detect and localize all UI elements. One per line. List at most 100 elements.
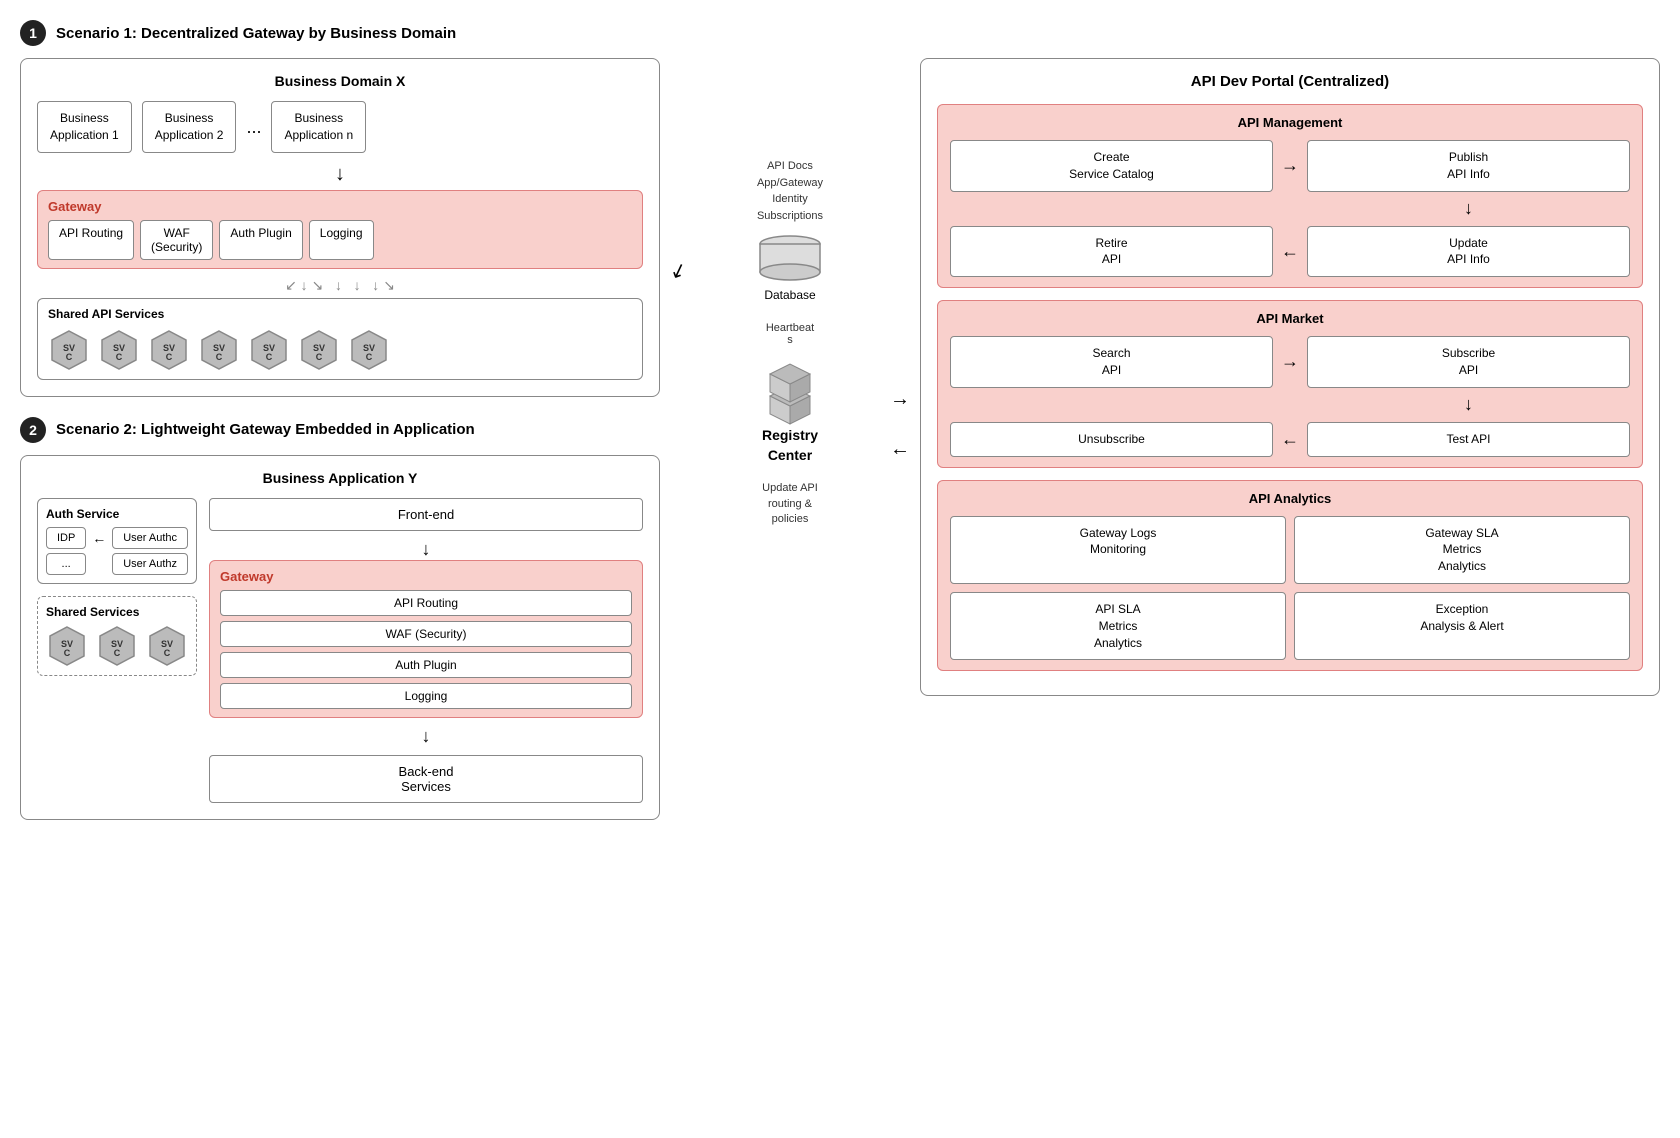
auth-service-box: Auth Service IDP ← User Authc ... User A…: [37, 498, 197, 584]
svg-text:C: C: [216, 352, 223, 362]
gateway-sla-metrics: Gateway SLAMetricsAnalytics: [1294, 516, 1630, 584]
frontend-box: Front-end: [209, 498, 643, 531]
svg-text:C: C: [64, 648, 71, 658]
publish-api-info: PublishAPI Info: [1307, 140, 1630, 192]
arrow-v-right: ↓: [1307, 198, 1630, 219]
arrow-down-1: ↓: [37, 163, 643, 186]
page-container: 1 Scenario 1: Decentralized Gateway by B…: [20, 20, 1660, 958]
registry-center-area: RegistryCenter: [750, 356, 830, 465]
arrow-v-right-m: ↓: [1307, 394, 1630, 415]
svc-hex-2: SVC: [98, 329, 140, 371]
arrow-h-bot-m: ←: [1275, 429, 1305, 450]
gateway-logs-monitoring: Gateway LogsMonitoring: [950, 516, 1286, 584]
svg-text:C: C: [366, 352, 373, 362]
exception-analysis: ExceptionAnalysis & Alert: [1294, 592, 1630, 660]
svg-text:C: C: [166, 352, 173, 362]
arrow-h-top-m: →: [1275, 351, 1305, 372]
api-market-section: API Market SearchAPI → SubscribeAPI ↓ Un…: [937, 300, 1643, 467]
svg-text:C: C: [66, 352, 73, 362]
auth-service-title: Auth Service: [46, 507, 188, 521]
svc-hex-1: SVC: [48, 329, 90, 371]
plugin-api-routing: API Routing: [48, 220, 134, 260]
api-portal-title: API Dev Portal (Centralized): [937, 73, 1643, 90]
arrow-from-portal: ←: [890, 438, 910, 461]
create-service-catalog: CreateService Catalog: [950, 140, 1273, 192]
business-domain-title: Business Domain X: [37, 73, 643, 89]
gateway1-plugins: API Routing WAF(Security) Auth Plugin Lo…: [48, 220, 632, 260]
svc-hex-7: SVC: [348, 329, 390, 371]
backend-box: Back-end Services: [209, 755, 643, 803]
plugin2-auth: Auth Plugin: [220, 652, 632, 678]
api-portal-col: API Dev Portal (Centralized) API Managem…: [920, 58, 1660, 696]
svg-text:C: C: [316, 352, 323, 362]
shared-services2-label: Shared Services: [46, 605, 188, 619]
plugin2-waf: WAF (Security): [220, 621, 632, 647]
arrow-down-gw: ↓: [209, 726, 643, 747]
api-market-flow: SearchAPI → SubscribeAPI ↓ Unsubscribe ←…: [950, 336, 1630, 456]
s2-inner: Auth Service IDP ← User Authc ... User A…: [37, 498, 643, 803]
arrow-left-auth: ←: [90, 530, 108, 546]
arrow-down-fe: ↓: [209, 539, 643, 560]
api-analytics-section: API Analytics Gateway LogsMonitoring Gat…: [937, 480, 1643, 672]
registry-label: RegistryCenter: [762, 426, 818, 465]
s2-right-col: Front-end ↓ Gateway API Routing WAF (Sec…: [209, 498, 643, 803]
scenario2-title: Scenario 2: Lightweight Gateway Embedded…: [56, 421, 475, 438]
biz-apps-row: Business Application 1 Business Applicat…: [37, 101, 643, 153]
api-sla-metrics: API SLAMetricsAnalytics: [950, 592, 1286, 660]
plugin2-logging: Logging: [220, 683, 632, 709]
svg-text:C: C: [116, 352, 123, 362]
hex-row-1: SVC SVC SVC SVC SVC: [48, 329, 632, 371]
heartbeats-label: Heartbeats: [766, 322, 814, 346]
update-api-label: Update APIrouting &policies: [762, 481, 818, 527]
gateway1-outer: Gateway API Routing WAF(Security) Auth P…: [37, 190, 643, 269]
svc2-hex-1: SVC: [46, 625, 88, 667]
plugin-auth: Auth Plugin: [219, 220, 302, 260]
api-portal-box: API Dev Portal (Centralized) API Managem…: [920, 58, 1660, 696]
plugin2-routing: API Routing: [220, 590, 632, 616]
arrow-h-bot: ←: [1275, 241, 1305, 262]
database-icon: [755, 234, 825, 284]
svc-hex-3: SVC: [148, 329, 190, 371]
retire-api: RetireAPI: [950, 226, 1273, 278]
dots-separator: ...: [246, 101, 261, 138]
arrow-from-gateway: ↙: [666, 256, 690, 285]
api-analytics-title: API Analytics: [950, 491, 1630, 506]
shared-services2-box: Shared Services SVC SVC SVC: [37, 596, 197, 676]
hex-row-2: SVC SVC SVC: [46, 625, 188, 667]
plugin-logging: Logging: [309, 220, 374, 260]
arrow-to-portal: →: [890, 388, 910, 411]
svc-hex-5: SVC: [248, 329, 290, 371]
fan-arrows: ↙ ↓ ↘ ↓ ↓ ↓ ↘: [37, 277, 643, 294]
s2-left-col: Auth Service IDP ← User Authc ... User A…: [37, 498, 197, 676]
scenario1-title: Scenario 1: Decentralized Gateway by Bus…: [56, 25, 456, 42]
api-management-title: API Management: [950, 115, 1630, 130]
arrow-h-top: →: [1275, 155, 1305, 176]
dots-auth: ...: [46, 553, 86, 575]
shared-api-label: Shared API Services: [48, 307, 632, 321]
svc2-hex-3: SVC: [146, 625, 188, 667]
scenario2-number: 2: [20, 417, 46, 443]
unsubscribe-api: Unsubscribe: [950, 422, 1273, 457]
diagram-area: Business Domain X Business Application 1…: [20, 58, 1660, 958]
idp-box: IDP: [46, 527, 86, 549]
api-management-section: API Management CreateService Catalog → P…: [937, 104, 1643, 288]
db-area: API DocsApp/GatewayIdentitySubscriptions…: [755, 158, 825, 302]
left-scenarios: Business Domain X Business Application 1…: [20, 58, 660, 820]
plugin-waf: WAF(Security): [140, 220, 213, 260]
svg-text:C: C: [114, 648, 121, 658]
search-api: SearchAPI: [950, 336, 1273, 388]
gateway2-label: Gateway: [220, 569, 632, 584]
biz-app-n: Business Application n: [271, 101, 366, 153]
biz-app-y-title: Business Application Y: [37, 470, 643, 486]
api-docs-label: API DocsApp/GatewayIdentitySubscriptions: [757, 158, 823, 224]
test-api: Test API: [1307, 422, 1630, 457]
biz-app-1: Business Application 1: [37, 101, 132, 153]
api-market-title: API Market: [950, 311, 1630, 326]
svg-text:C: C: [164, 648, 171, 658]
scenario1-box: Business Domain X Business Application 1…: [20, 58, 660, 397]
update-api-info: UpdateAPI Info: [1307, 226, 1630, 278]
subscribe-api: SubscribeAPI: [1307, 336, 1630, 388]
registry-cube-icon: [750, 356, 830, 426]
auth-grid: IDP ← User Authc ... User Authz: [46, 527, 188, 575]
svc-hex-4: SVC: [198, 329, 240, 371]
